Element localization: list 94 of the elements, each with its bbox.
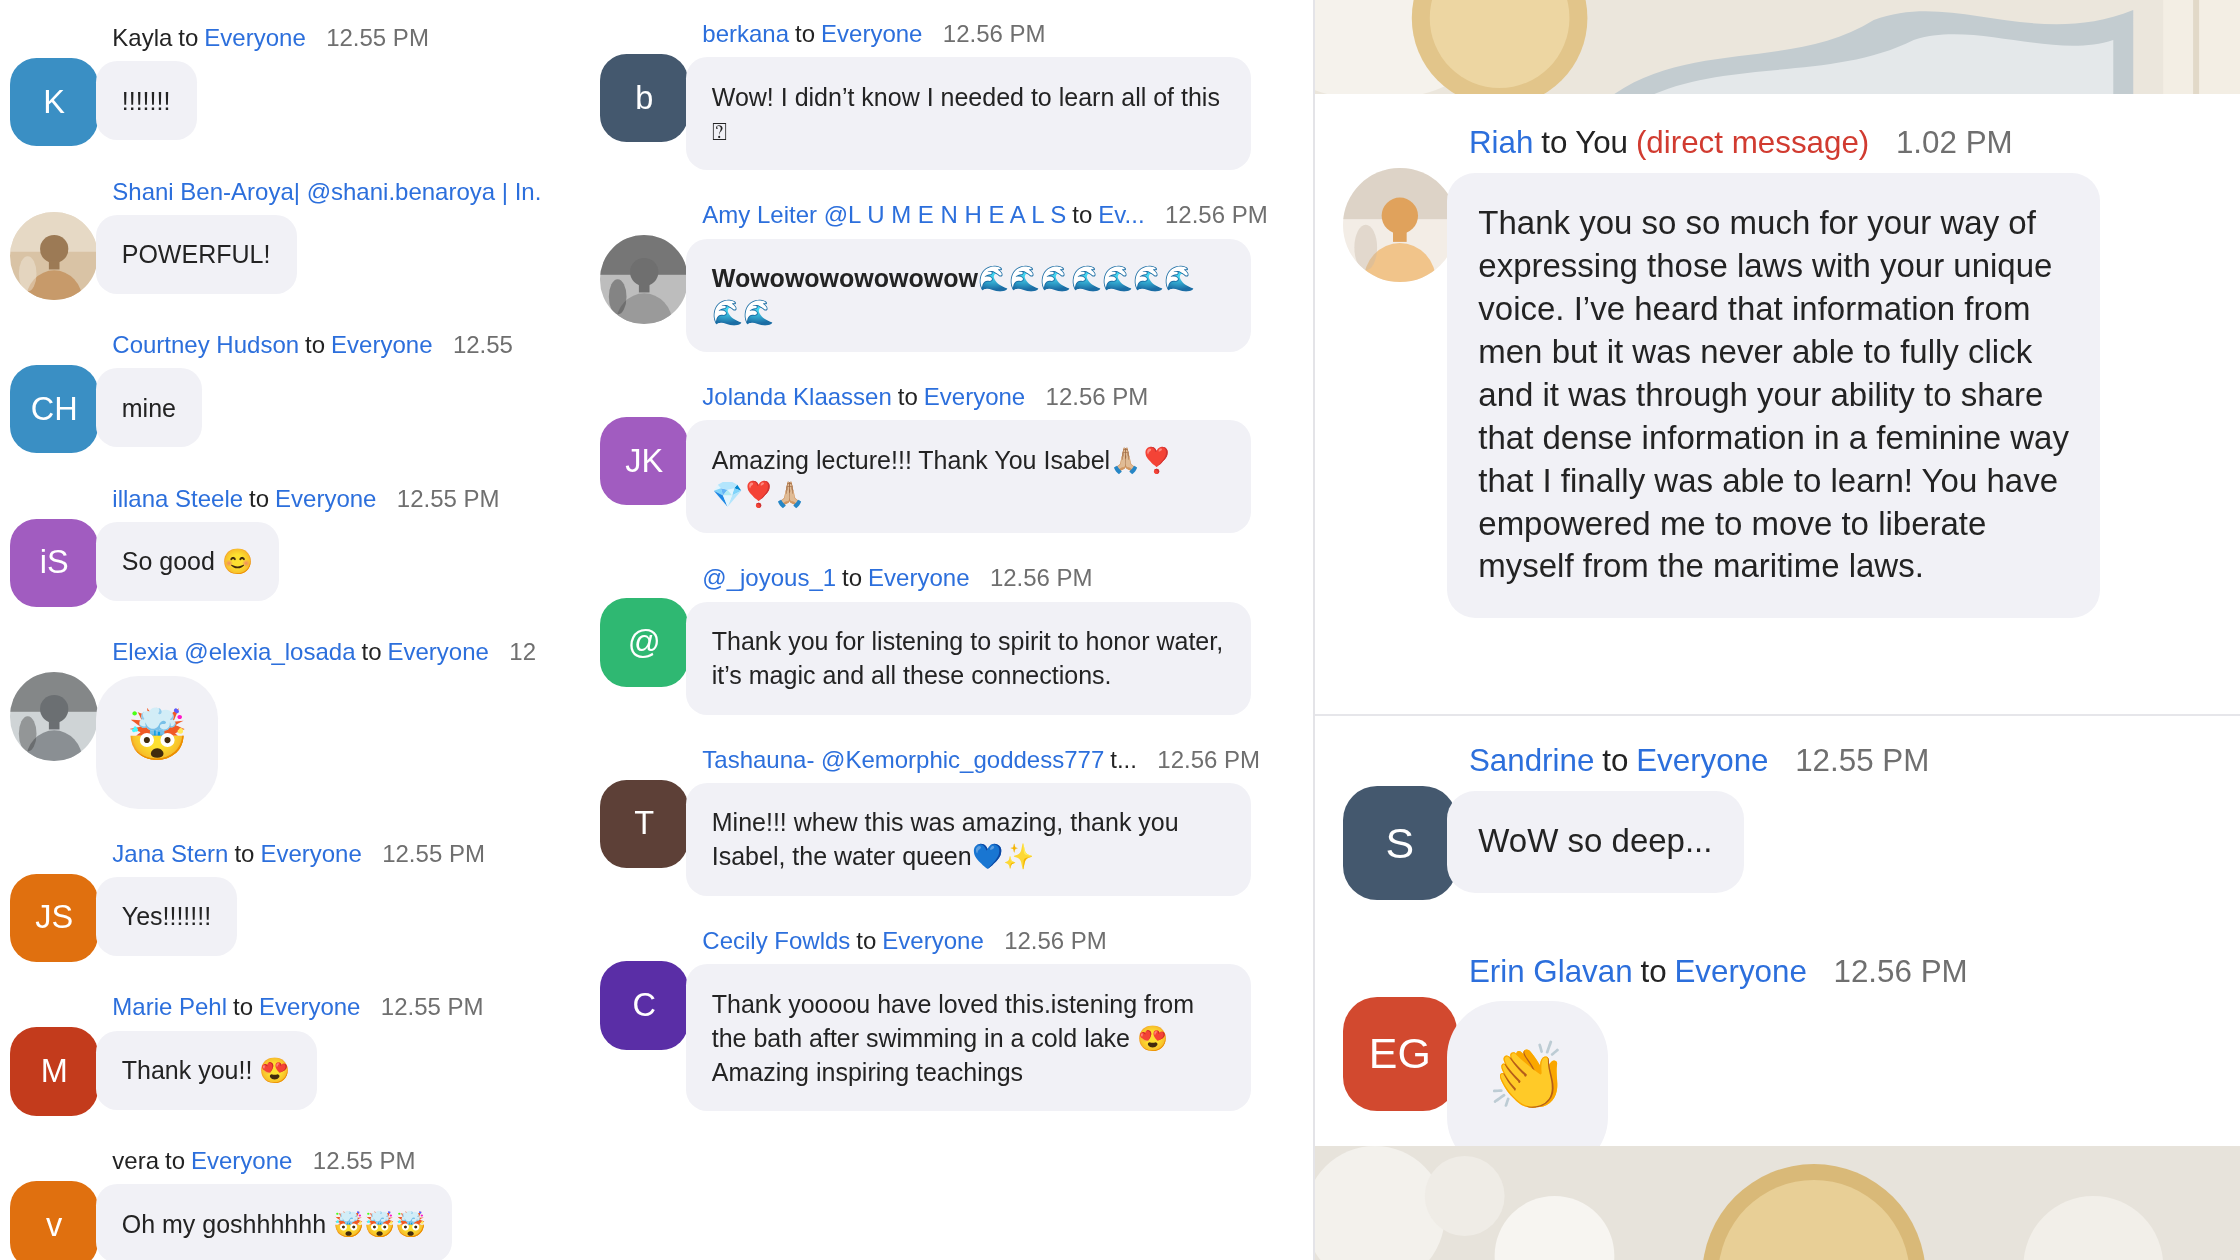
recipient-name: Everyone (1636, 743, 1769, 778)
recipient-name: Everyone (387, 638, 489, 666)
avatar: CH (10, 365, 99, 454)
sender-name: vera (112, 1146, 159, 1174)
recipient-name: Everyone (821, 20, 923, 47)
message-bubble: Thank yoooou have loved this.istening from the bath after swimming in a cold lake 😍 Amazing inspiring teachings (685, 964, 1251, 1112)
avatar: b (600, 53, 689, 143)
message-bubble: POWERFUL! (95, 214, 297, 294)
to-label: to (361, 638, 382, 666)
timestamp: 12.56 PM (1045, 382, 1149, 410)
message-bubble: Thank you for listening to spirit to honor water, it’s magic and all these connections. (685, 601, 1251, 715)
timestamp: 12.55 PM (396, 484, 500, 512)
timestamp: 1.02 PM (1895, 125, 2013, 160)
avatar: JK (600, 416, 689, 506)
recipient-name: Ev... (1098, 201, 1145, 229)
to-label: to (842, 564, 863, 592)
timestamp: 12.56 PM (1833, 953, 1968, 989)
message-bubble: Mine!!! whew this was amazing, thank you Isabel, the water queen💙✨ (685, 782, 1251, 896)
timestamp: 12 (509, 638, 536, 666)
recipient-name: Everyone (191, 1146, 293, 1174)
message-bubble: Wowowowowowowow🌊🌊🌊🌊🌊🌊🌊🌊🌊 (685, 238, 1251, 352)
sender-name: Elexia @elexia_losada (112, 638, 356, 666)
to-label: to (234, 839, 255, 867)
message-bubble: Oh my goshhhhhh 🤯🤯🤯 (95, 1184, 453, 1260)
timestamp: 12.56 PM (1004, 927, 1107, 955)
sender-name: Kayla (112, 24, 173, 51)
avatar: K (10, 57, 99, 147)
avatar: T (600, 779, 689, 869)
recipient-name: Everyone (868, 564, 970, 592)
sender-name: @_joyous_1 (702, 564, 837, 592)
recipient-name: Everyone (882, 927, 984, 955)
recipient-name: Everyone (1674, 953, 1807, 989)
to-label: to (233, 993, 254, 1021)
recipient-name: Everyone (923, 382, 1026, 410)
to-label: to (165, 1146, 185, 1174)
message-bubble: 👏 (1446, 1001, 1609, 1146)
timestamp: 12.55 (452, 331, 513, 359)
to-label: to (1602, 743, 1629, 778)
to-label: to (897, 382, 918, 410)
timestamp: 12.55 PM (380, 993, 484, 1021)
avatar: JS (10, 873, 99, 963)
sender-name: Cecily Fowlds (702, 927, 851, 955)
recipient-name: Everyone (259, 993, 361, 1021)
avatar: EG (1343, 997, 1457, 1111)
avatar: iS (10, 518, 99, 608)
to-label: to (1640, 953, 1667, 989)
timestamp: 12.56 PM (942, 20, 1046, 47)
avatar: C (600, 961, 689, 1050)
sender-name: Sandrine (1468, 743, 1595, 778)
avatar: @ (600, 598, 689, 687)
sender-name: Erin Glavan (1468, 953, 1633, 989)
message-bubble: Wow! I didn’t know I needed to learn all of this ⍰ (685, 57, 1251, 171)
message-bubble: WoW so deep... (1446, 790, 1744, 893)
to-label: to (1541, 125, 1568, 160)
sender-name: Riah (1468, 125, 1534, 160)
timestamp: 12.55 PM (326, 24, 429, 51)
to-label: to (856, 927, 877, 955)
sender-name: Marie Pehl (112, 993, 227, 1021)
message-bubble: Thank you so so much for your way of expressing those laws with your unique voice. I’ve heard that information from men but it was never able to fully click and it was through your ability to share that dense information in a feminine way that I finally was able to learn! You have empowered me to move to liberate myself from the maritime laws. (1446, 172, 2101, 618)
sender-name: berkana (702, 20, 790, 47)
to-label: to (178, 24, 199, 51)
direct-message-label: (direct message) (1635, 125, 1870, 160)
sender-name: Jolanda Klaassen (702, 382, 892, 410)
sender-name: Courtney Hudson (112, 331, 300, 359)
timestamp: 12.55 PM (1795, 743, 1930, 778)
sender-name: Jana Stern (112, 839, 229, 867)
timestamp: 12.56 PM (1164, 201, 1268, 229)
recipient-name: Everyone (331, 331, 433, 359)
avatar: M (10, 1027, 99, 1116)
message-bubble: Yes!!!!!!! (95, 876, 238, 956)
message-bubble: So good 😊 (95, 521, 280, 601)
timestamp: 12.56 PM (1157, 745, 1261, 773)
recipient-name: You (1575, 125, 1629, 160)
message-bubble: Amazing lecture!!! Thank You Isabel🙏🏼❣💎❣🙏🏼 (685, 420, 1251, 534)
to-label: to (1072, 201, 1093, 229)
message-bubble: !!!!!!! (95, 61, 197, 141)
sender-name: Tashauna- @Kemorphic_goddess777 (702, 745, 1105, 773)
sender-name: illana Steele (112, 484, 244, 512)
timestamp: 12.55 PM (312, 1146, 416, 1174)
to-label: to (305, 331, 326, 359)
recipient-name: Everyone (275, 484, 377, 512)
timestamp: 12.55 PM (382, 839, 485, 867)
sender-name: Shani Ben-Aroya| @shani.benaroya | In. (112, 177, 542, 205)
message-bubble: 🤯 (95, 675, 218, 809)
to-label: to (249, 484, 270, 512)
avatar: v (10, 1180, 99, 1260)
message-bubble: mine (95, 368, 203, 448)
timestamp: 12.56 PM (989, 564, 1093, 592)
message-bubble: Thank you!! 😍 (95, 1030, 317, 1110)
to-label: t... (1110, 745, 1137, 773)
to-label: to (795, 20, 816, 47)
recipient-name: Everyone (260, 839, 362, 867)
sender-name: Amy Leiter @L U M E N H E A L S (702, 201, 1067, 229)
recipient-name: Everyone (204, 24, 306, 51)
